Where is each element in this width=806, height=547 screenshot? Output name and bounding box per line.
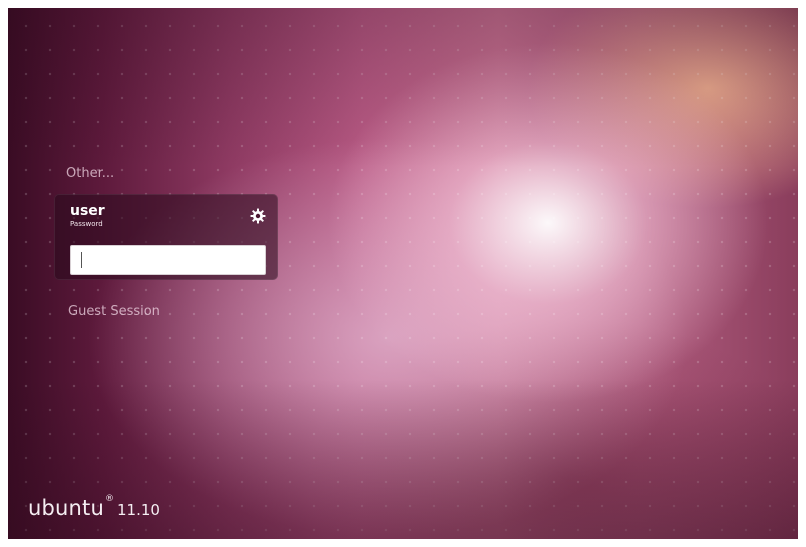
registered-mark: ® (105, 494, 115, 504)
ubuntu-logo: ubuntu®11.10 (28, 494, 160, 520)
password-input[interactable] (70, 245, 266, 275)
version-label: 11.10 (117, 501, 160, 519)
other-user-option[interactable]: Other... (66, 166, 114, 181)
text-cursor (81, 252, 82, 268)
guest-session-option[interactable]: Guest Session (68, 304, 160, 319)
session-options-button[interactable] (250, 208, 266, 224)
username-label: user (70, 203, 105, 219)
user-login-card: user Password (54, 194, 278, 280)
gear-icon (250, 208, 266, 224)
password-label: Password (70, 220, 103, 228)
login-screen: Other... user Password Guest Session ubu… (8, 8, 798, 539)
logo-wordmark: ubuntu (28, 496, 105, 520)
